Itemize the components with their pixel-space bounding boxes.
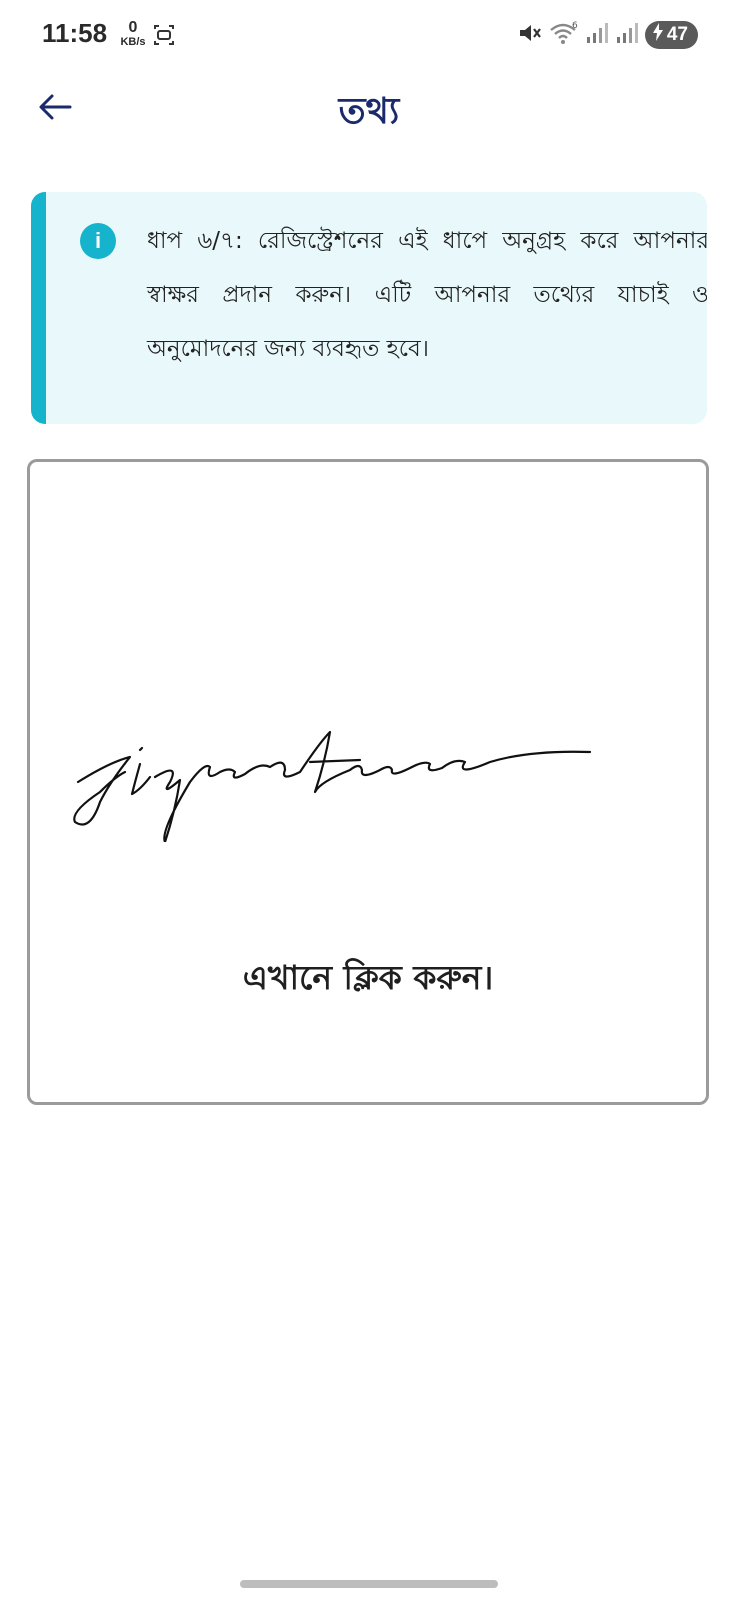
net-speed-value: 0 <box>128 19 138 36</box>
info-icon-glyph: i <box>94 228 102 253</box>
net-speed: 0 KB/s <box>116 19 150 49</box>
status-bar: 11:58 0 KB/s 6 47 <box>0 0 738 72</box>
charging-icon <box>651 22 665 48</box>
status-time: 11:58 <box>42 18 108 48</box>
battery-indicator: 47 <box>644 21 698 49</box>
battery-level: 47 <box>666 24 688 45</box>
net-speed-unit: KB/s <box>120 36 146 48</box>
info-banner: i ধাপ ৬/৭: রেজিস্ট্রেশনের এই ধাপে অনুগ্র… <box>31 192 707 424</box>
signal-icon <box>615 21 639 49</box>
signature-pad[interactable]: এখানে ক্লিক করুন। <box>27 459 709 1105</box>
status-icons: 6 47 <box>517 20 698 50</box>
info-icon: i <box>80 223 116 259</box>
wifi-icon: 6 <box>549 20 579 50</box>
signature-pad-label: এখানে ক্লিক করুন। <box>242 958 494 997</box>
info-message: ধাপ ৬/৭: রেজিস্ট্রেশনের এই ধাপে অনুগ্রহ … <box>147 228 707 362</box>
app-header: তথ্য <box>0 72 738 150</box>
svg-text:6: 6 <box>572 21 578 31</box>
home-indicator[interactable] <box>240 1580 498 1588</box>
screen-record-icon <box>152 22 176 48</box>
mute-icon <box>517 21 543 49</box>
page-title: তথ্য <box>338 91 400 132</box>
signal-icon <box>585 21 609 49</box>
signature-placeholder-image <box>73 730 592 842</box>
info-banner-accent <box>31 192 46 424</box>
